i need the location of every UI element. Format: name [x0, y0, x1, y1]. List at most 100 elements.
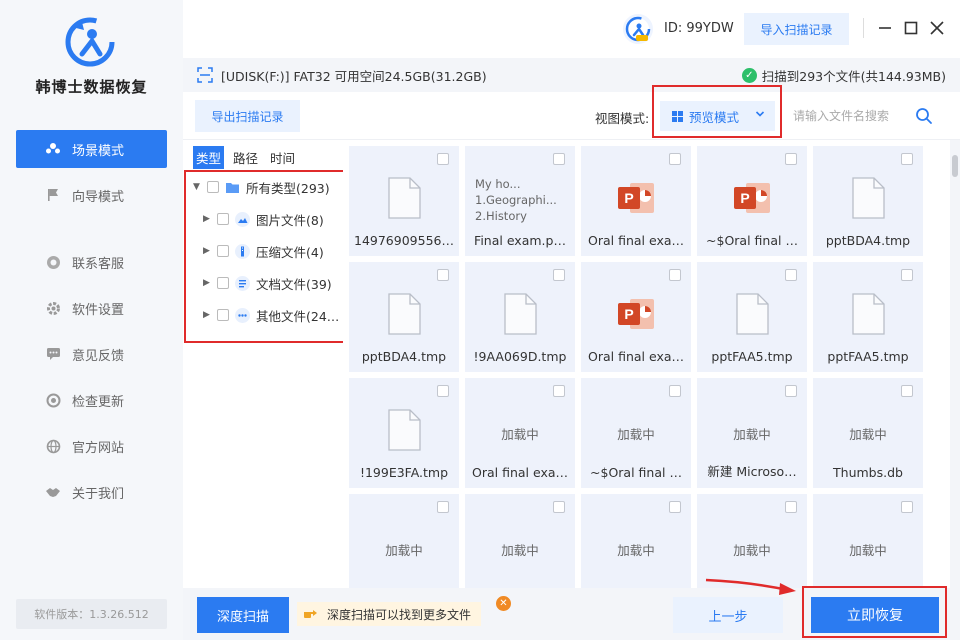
file-card[interactable]: My ho... 1.Geographi... 2.History Final e…: [465, 146, 575, 256]
previous-step-button[interactable]: 上一步: [673, 597, 783, 633]
bottom-bar: 深度扫描 深度扫描可以找到更多文件 ✕ 上一步 立即恢复: [183, 588, 960, 640]
powerpoint-icon: P: [697, 168, 807, 228]
checkbox[interactable]: [217, 309, 229, 321]
file-card[interactable]: 加载中 新建 Microso…: [697, 378, 807, 488]
scrollbar-thumb[interactable]: [952, 155, 958, 177]
minimize-button[interactable]: [875, 16, 895, 40]
expand-right-icon[interactable]: ▶: [203, 214, 213, 224]
tree-root-all-types[interactable]: ▼ 所有类型(293): [193, 175, 330, 199]
export-scan-record-button[interactable]: 导出扫描记录: [195, 100, 300, 132]
nav-scene-mode[interactable]: 场景模式: [16, 130, 167, 168]
expand-right-icon[interactable]: ▶: [203, 278, 213, 288]
handshake-icon: [44, 483, 62, 501]
nav-about-us[interactable]: 关于我们: [16, 473, 167, 511]
file-checkbox[interactable]: [553, 153, 565, 165]
tab-type[interactable]: 类型: [193, 146, 225, 169]
import-scan-record-button[interactable]: 导入扫描记录: [744, 13, 849, 45]
file-card[interactable]: 加载中 Oral final exa…: [465, 378, 575, 488]
checkbox[interactable]: [217, 277, 229, 289]
file-checkbox[interactable]: [553, 501, 565, 513]
file-card[interactable]: 加载中: [813, 494, 923, 588]
scan-drive-icon: [197, 67, 213, 83]
file-name: 新建 Microso…: [707, 464, 797, 479]
tree-item-documents[interactable]: ▶ 文档文件(39): [203, 271, 332, 295]
file-card[interactable]: 加载中: [465, 494, 575, 588]
file-preview-grid: 14976909556… My ho... 1.Geographi... 2.Hi…: [343, 140, 950, 588]
scan-result: ✓ 扫描到293个文件(共144.93MB): [741, 66, 946, 85]
file-card[interactable]: pptBDA4.tmp: [349, 262, 459, 372]
powerpoint-icon: P: [581, 168, 691, 228]
file-checkbox[interactable]: [437, 501, 449, 513]
file-checkbox[interactable]: [901, 269, 913, 281]
file-checkbox[interactable]: [553, 385, 565, 397]
file-checkbox[interactable]: [669, 501, 681, 513]
file-card[interactable]: 加载中: [581, 494, 691, 588]
file-card[interactable]: !199E3FA.tmp: [349, 378, 459, 488]
file-card[interactable]: 加载中 Thumbs.db: [813, 378, 923, 488]
file-checkbox[interactable]: [437, 269, 449, 281]
recover-now-button[interactable]: 立即恢复: [811, 597, 939, 633]
file-checkbox[interactable]: [901, 153, 913, 165]
file-card[interactable]: P Oral final exa…: [581, 146, 691, 256]
file-checkbox[interactable]: [553, 269, 565, 281]
tab-time[interactable]: 时间: [267, 146, 298, 169]
nav-feedback[interactable]: 意见反馈: [16, 335, 167, 373]
nav-label: 检查更新: [72, 394, 125, 410]
expand-right-icon[interactable]: ▶: [203, 310, 213, 320]
checkbox[interactable]: [217, 245, 229, 257]
file-checkbox[interactable]: [437, 153, 449, 165]
file-checkbox[interactable]: [901, 501, 913, 513]
file-name: ~$Oral final …: [706, 233, 798, 248]
archive-icon: [235, 243, 250, 259]
view-mode-select[interactable]: 预览模式: [660, 101, 775, 131]
file-checkbox[interactable]: [785, 269, 797, 281]
file-card[interactable]: 加载中 ~$Oral final …: [581, 378, 691, 488]
file-name: Oral final exa…: [587, 349, 684, 364]
file-checkbox[interactable]: [785, 385, 797, 397]
search-icon[interactable]: [915, 107, 933, 125]
file-card[interactable]: 加载中: [349, 494, 459, 588]
user-avatar[interactable]: [623, 14, 653, 44]
nav-guide-mode[interactable]: 向导模式: [16, 176, 167, 214]
nav-official-site[interactable]: 官方网站: [16, 427, 167, 465]
tree-item-others[interactable]: ▶ 其他文件(24…: [203, 303, 339, 327]
file-checkbox[interactable]: [669, 385, 681, 397]
file-card[interactable]: pptBDA4.tmp: [813, 146, 923, 256]
nav-contact-support[interactable]: 联系客服: [16, 243, 167, 281]
blank-file-icon: [813, 284, 923, 344]
file-name: pptFAA5.tmp: [711, 349, 793, 364]
file-card[interactable]: pptFAA5.tmp: [813, 262, 923, 372]
svg-text:P: P: [624, 190, 633, 206]
check-circle-icon: ✓: [741, 68, 757, 83]
user-id: ID: 99YDW: [664, 21, 734, 36]
tree-item-archives[interactable]: ▶ 压缩文件(4): [203, 239, 324, 263]
tab-path[interactable]: 路径: [230, 146, 261, 169]
nav-settings[interactable]: 软件设置: [16, 289, 167, 327]
close-button[interactable]: [927, 16, 947, 40]
file-card[interactable]: !9AA069D.tmp: [465, 262, 575, 372]
file-checkbox[interactable]: [669, 269, 681, 281]
blank-file-icon: [349, 168, 459, 228]
deep-scan-button[interactable]: 深度扫描: [197, 597, 289, 633]
checkbox[interactable]: [217, 213, 229, 225]
file-card[interactable]: 14976909556…: [349, 146, 459, 256]
checkbox[interactable]: [207, 181, 219, 193]
file-card[interactable]: P Oral final exa…: [581, 262, 691, 372]
file-card[interactable]: pptFAA5.tmp: [697, 262, 807, 372]
file-checkbox[interactable]: [669, 153, 681, 165]
close-tip-icon[interactable]: ✕: [496, 596, 511, 611]
file-checkbox[interactable]: [785, 501, 797, 513]
expand-right-icon[interactable]: ▶: [203, 246, 213, 256]
nav-check-update[interactable]: 检查更新: [16, 381, 167, 419]
users-icon: [44, 140, 62, 158]
file-card[interactable]: 加载中: [697, 494, 807, 588]
file-checkbox[interactable]: [785, 153, 797, 165]
more-icon: [235, 307, 250, 323]
file-card[interactable]: P ~$Oral final …: [697, 146, 807, 256]
maximize-button[interactable]: [901, 16, 921, 40]
close-icon: [930, 21, 944, 35]
tree-item-images[interactable]: ▶ 图片文件(8): [203, 207, 324, 231]
file-checkbox[interactable]: [901, 385, 913, 397]
file-checkbox[interactable]: [437, 385, 449, 397]
expand-down-icon[interactable]: ▼: [193, 182, 203, 192]
